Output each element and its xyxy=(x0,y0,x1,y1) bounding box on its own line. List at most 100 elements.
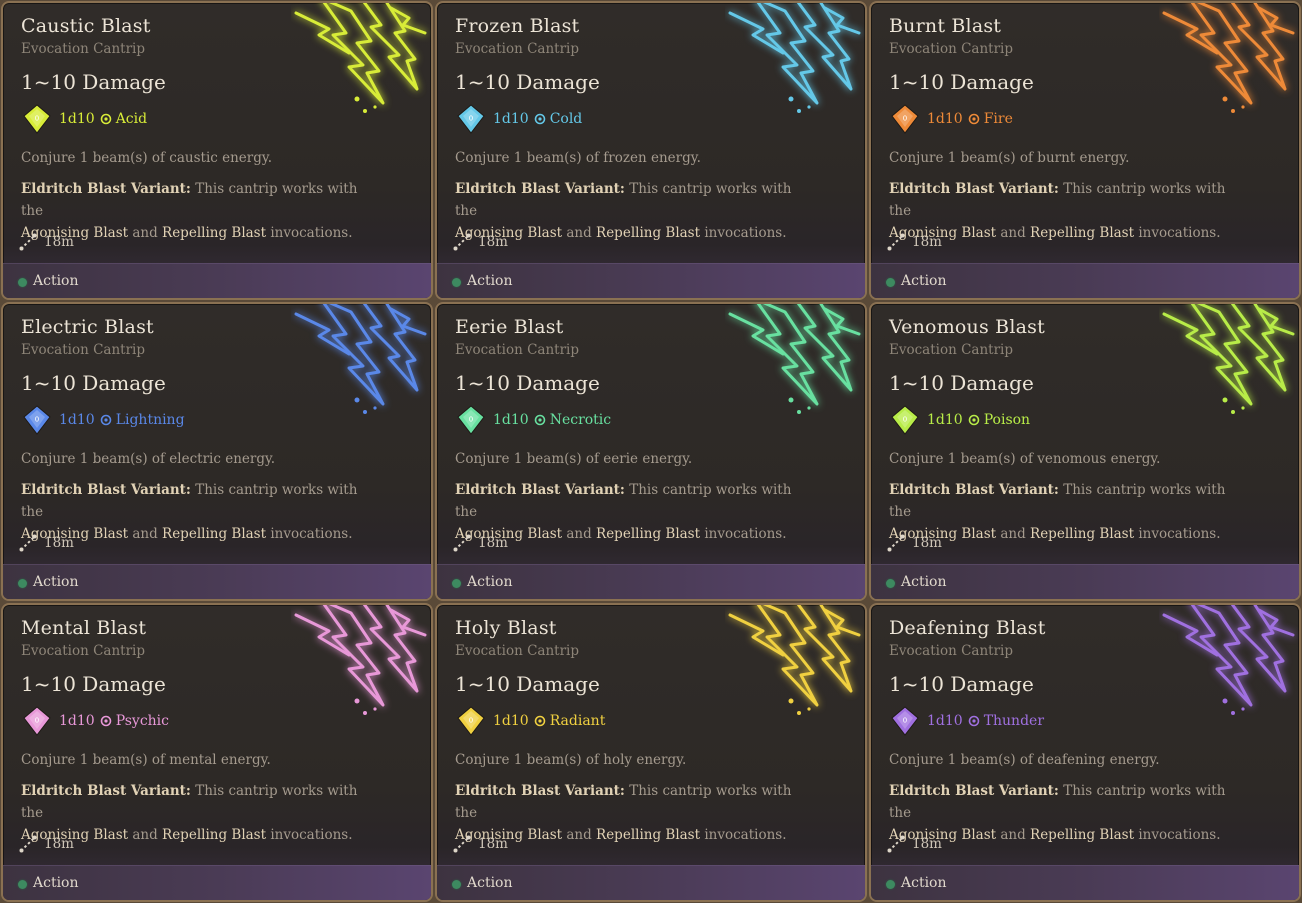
range-value: 18m xyxy=(44,535,74,551)
spell-card-2[interactable]: Frozen Blast Evocation Cantrip 1~10 Dama… xyxy=(435,1,867,300)
spell-school: Evocation Cantrip xyxy=(889,643,1013,659)
invocation-link-repelling[interactable]: Repelling Blast xyxy=(1030,225,1134,241)
damage-dice-row: 0 1d10 Psychic xyxy=(21,706,169,736)
spell-card-3[interactable]: Burnt Blast Evocation Cantrip 1~10 Damag… xyxy=(869,1,1301,300)
variant-note: Eldritch Blast Variant: This cantrip wor… xyxy=(21,178,381,244)
variant-and: and xyxy=(132,526,158,542)
invocation-link-repelling[interactable]: Repelling Blast xyxy=(162,827,266,843)
spell-title: Holy Blast xyxy=(455,617,557,639)
damage-type-label: Fire xyxy=(983,111,1013,127)
spell-card-4[interactable]: Electric Blast Evocation Cantrip 1~10 Da… xyxy=(1,302,433,601)
range-row: 18m xyxy=(453,534,508,552)
range-value: 18m xyxy=(44,234,74,250)
damage-range: 1~10 Damage xyxy=(889,70,1034,94)
spell-art-icon xyxy=(1162,3,1295,113)
range-icon xyxy=(453,835,471,853)
svg-text:0: 0 xyxy=(469,115,473,123)
spell-school: Evocation Cantrip xyxy=(21,41,145,57)
action-cost-bar: Action xyxy=(437,865,865,900)
action-point-icon xyxy=(452,880,461,889)
range-value: 18m xyxy=(478,234,508,250)
damage-type-label: Thunder xyxy=(983,713,1045,729)
poison-icon xyxy=(968,414,979,426)
spell-description: Conjure 1 beam(s) of venomous energy. xyxy=(889,451,1161,467)
range-row: 18m xyxy=(453,835,508,853)
action-cost-bar: Action xyxy=(3,564,431,599)
range-row: 18m xyxy=(887,534,942,552)
d10-die-icon: 0 xyxy=(23,104,51,134)
spell-description: Conjure 1 beam(s) of caustic energy. xyxy=(21,150,273,166)
spell-card-5[interactable]: Eerie Blast Evocation Cantrip 1~10 Damag… xyxy=(435,302,867,601)
dice-value: 1d10 xyxy=(59,412,95,428)
variant-and: and xyxy=(566,225,592,241)
variant-invocations: invocations. xyxy=(270,526,353,542)
variant-title: Eldritch Blast Variant: xyxy=(455,181,625,197)
damage-dice-row: 0 1d10 Cold xyxy=(455,104,582,134)
action-cost-bar: Action xyxy=(3,263,431,298)
spell-card-8[interactable]: Holy Blast Evocation Cantrip 1~10 Damage… xyxy=(435,603,867,902)
spell-school: Evocation Cantrip xyxy=(21,643,145,659)
action-cost-bar: Action xyxy=(871,865,1299,900)
flame-icon xyxy=(968,113,979,125)
damage-dice-row: 0 1d10 Necrotic xyxy=(455,405,611,435)
variant-note: Eldritch Blast Variant: This cantrip wor… xyxy=(889,178,1249,244)
spell-title: Electric Blast xyxy=(21,316,154,338)
dice-value: 1d10 xyxy=(59,111,95,127)
spell-card-1[interactable]: Caustic Blast Evocation Cantrip 1~10 Dam… xyxy=(1,1,433,300)
svg-text:0: 0 xyxy=(903,717,907,725)
variant-title: Eldritch Blast Variant: xyxy=(889,482,1059,498)
invocation-link-repelling[interactable]: Repelling Blast xyxy=(162,526,266,542)
action-cost-bar: Action xyxy=(437,263,865,298)
svg-text:0: 0 xyxy=(35,115,39,123)
variant-note: Eldritch Blast Variant: This cantrip wor… xyxy=(455,780,815,846)
thunder-icon xyxy=(968,715,979,727)
variant-title: Eldritch Blast Variant: xyxy=(889,181,1059,197)
spell-title: Frozen Blast xyxy=(455,15,580,37)
variant-title: Eldritch Blast Variant: xyxy=(455,783,625,799)
variant-invocations: invocations. xyxy=(704,225,787,241)
damage-type-label: Radiant xyxy=(549,713,606,729)
variant-invocations: invocations. xyxy=(1138,827,1221,843)
damage-dice-row: 0 1d10 Acid xyxy=(21,104,147,134)
d10-die-icon: 0 xyxy=(457,405,485,435)
action-cost-bar: Action xyxy=(437,564,865,599)
action-point-icon xyxy=(452,579,461,588)
d10-die-icon: 0 xyxy=(891,706,919,736)
invocation-link-repelling[interactable]: Repelling Blast xyxy=(596,225,700,241)
variant-and: and xyxy=(566,526,592,542)
damage-type-label: Lightning xyxy=(115,412,185,428)
range-icon xyxy=(19,835,37,853)
variant-and: and xyxy=(1000,526,1026,542)
spell-art-icon xyxy=(728,3,861,113)
action-point-icon xyxy=(886,880,895,889)
invocation-link-repelling[interactable]: Repelling Blast xyxy=(162,225,266,241)
variant-and: and xyxy=(132,827,158,843)
spell-title: Venomous Blast xyxy=(889,316,1045,338)
spell-card-9[interactable]: Deafening Blast Evocation Cantrip 1~10 D… xyxy=(869,603,1301,902)
damage-dice-row: 0 1d10 Radiant xyxy=(455,706,605,736)
variant-note: Eldritch Blast Variant: This cantrip wor… xyxy=(889,780,1249,846)
variant-invocations: invocations. xyxy=(1138,225,1221,241)
dice-value: 1d10 xyxy=(59,713,95,729)
range-row: 18m xyxy=(887,233,942,251)
action-label: Action xyxy=(467,875,513,891)
invocation-link-repelling[interactable]: Repelling Blast xyxy=(1030,526,1134,542)
variant-invocations: invocations. xyxy=(704,827,787,843)
damage-type-label: Cold xyxy=(549,111,583,127)
dice-value: 1d10 xyxy=(493,111,529,127)
spell-school: Evocation Cantrip xyxy=(889,41,1013,57)
spell-card-6[interactable]: Venomous Blast Evocation Cantrip 1~10 Da… xyxy=(869,302,1301,601)
damage-type-label: Psychic xyxy=(115,713,170,729)
dice-value: 1d10 xyxy=(927,412,963,428)
invocation-link-repelling[interactable]: Repelling Blast xyxy=(596,526,700,542)
spell-card-7[interactable]: Mental Blast Evocation Cantrip 1~10 Dama… xyxy=(1,603,433,902)
invocation-link-repelling[interactable]: Repelling Blast xyxy=(596,827,700,843)
dice-value: 1d10 xyxy=(493,713,529,729)
damage-range: 1~10 Damage xyxy=(21,371,166,395)
damage-range: 1~10 Damage xyxy=(21,672,166,696)
spell-title: Mental Blast xyxy=(21,617,147,639)
lightning-icon xyxy=(100,414,111,426)
invocation-link-repelling[interactable]: Repelling Blast xyxy=(1030,827,1134,843)
action-label: Action xyxy=(901,273,947,289)
variant-and: and xyxy=(132,225,158,241)
